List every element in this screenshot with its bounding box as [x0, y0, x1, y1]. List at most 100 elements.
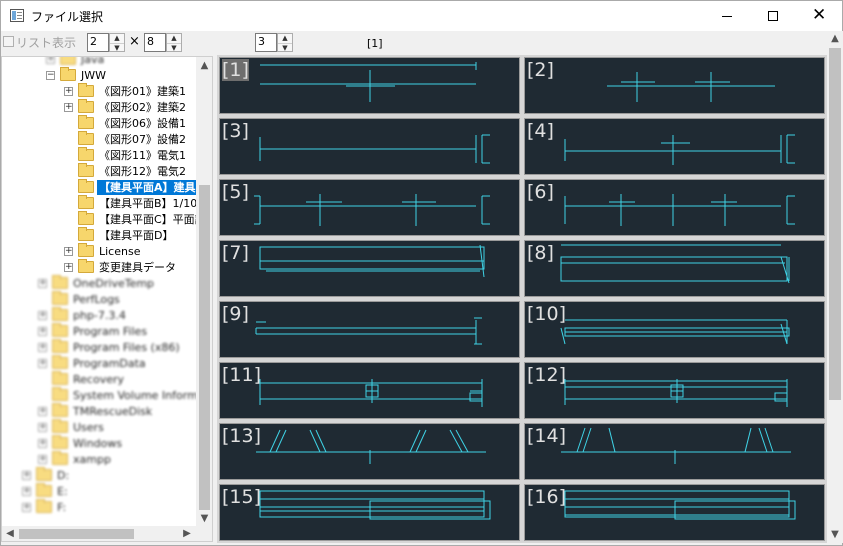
drawing-thumbnail[interactable]: [5] [219, 179, 520, 236]
expand-icon[interactable]: + [22, 471, 31, 480]
rows-input[interactable]: 8 [144, 33, 166, 52]
tree-item[interactable]: + Windows [38, 435, 196, 452]
drawing-thumbnail[interactable]: [4] [524, 118, 825, 175]
expand-icon[interactable]: + [38, 279, 47, 288]
tree-item[interactable]: + Program Files (x86) [38, 339, 196, 356]
tree-item[interactable]: Recovery [38, 371, 196, 388]
drawing-thumbnail[interactable]: [13] [219, 423, 520, 480]
expand-icon[interactable]: + [22, 487, 31, 496]
tree-item[interactable]: 【建具平面C】平面記 [64, 211, 206, 228]
expand-icon[interactable]: + [38, 343, 47, 352]
tree-item[interactable]: 《図形06》設備1 [64, 115, 196, 132]
scroll-up-icon[interactable]: ▲ [827, 31, 843, 47]
tree-item[interactable]: 【建具平面A】建具 [64, 179, 198, 196]
drawing-thumbnail[interactable]: [3] [219, 118, 520, 175]
tree-item[interactable]: System Volume Information [38, 387, 212, 404]
scroll-thumb[interactable] [19, 529, 134, 539]
maximize-button[interactable] [750, 1, 796, 31]
columns-input[interactable]: 2 [87, 33, 109, 52]
scroll-left-icon[interactable]: ◀ [2, 526, 18, 541]
tree-horizontal-scrollbar[interactable]: ◀ ▶ [2, 526, 212, 541]
minimize-button[interactable] [704, 1, 750, 31]
drawing-thumbnail[interactable]: [8] [524, 240, 825, 297]
zoom-input[interactable]: 3 [255, 33, 277, 52]
tree-item[interactable]: + xampp [38, 451, 196, 468]
drawing-thumbnail[interactable]: [11] [219, 362, 520, 419]
scroll-down-icon[interactable]: ▼ [196, 510, 212, 527]
tree-item[interactable]: + D: [22, 467, 196, 484]
tree-item[interactable]: + 変更建具データ [64, 259, 196, 276]
drawing-thumbnail[interactable]: [14] [524, 423, 825, 480]
folder-icon [78, 195, 94, 209]
expand-icon[interactable]: + [38, 455, 47, 464]
tree-item[interactable]: − JWW [46, 67, 196, 84]
tree-vertical-scrollbar[interactable]: ▲ ▼ [196, 57, 212, 527]
drawing-thumbnail[interactable]: [9] [219, 301, 520, 358]
drawing-thumbnail[interactable]: [10] [524, 301, 825, 358]
tree-item[interactable]: 【建具平面D】 [64, 227, 196, 244]
scroll-down-icon[interactable]: ▼ [827, 527, 843, 543]
tree-item[interactable]: + Java [46, 57, 196, 68]
drawing-thumbnail[interactable]: [6] [524, 179, 825, 236]
tree-item[interactable]: + ProgramData [38, 355, 196, 372]
tree-item[interactable]: + Users [38, 419, 196, 436]
tree-item-label: php-7.3.4 [73, 309, 126, 322]
zoom-spinner[interactable]: ▲ ▼ [277, 33, 293, 52]
tree-item[interactable]: 【建具平面B】1/100 [64, 195, 204, 212]
spin-up-icon[interactable]: ▲ [278, 34, 292, 42]
file-select-window: ファイル選択 ✕ リスト表示 2 ▲ ▼ × 8 ▲ ▼ 3 ▲ ▼ [1] +… [0, 0, 843, 546]
drawing-thumbnail[interactable]: [15] [219, 484, 520, 541]
tree-item-label: 【建具平面A】建具 [97, 180, 198, 195]
scroll-thumb[interactable] [199, 185, 210, 510]
expand-icon[interactable]: + [38, 439, 47, 448]
expand-icon[interactable]: + [22, 503, 31, 512]
expand-icon[interactable]: + [64, 247, 73, 256]
columns-spinner[interactable]: ▲ ▼ [109, 33, 125, 52]
tree-item[interactable]: + Program Files [38, 323, 196, 340]
grid-vertical-scrollbar[interactable]: ▲ ▼ [827, 31, 843, 543]
expand-icon[interactable]: + [64, 263, 73, 272]
tree-item[interactable]: + License [64, 243, 196, 260]
close-button[interactable]: ✕ [796, 1, 842, 31]
tree-item[interactable]: 《図形11》電気1 [64, 147, 196, 164]
spin-up-icon[interactable]: ▲ [167, 34, 181, 42]
expand-icon[interactable]: + [38, 311, 47, 320]
expand-icon[interactable]: + [38, 359, 47, 368]
drawing-thumbnail[interactable]: [16] [524, 484, 825, 541]
drawing-thumbnail[interactable]: [1] [219, 57, 520, 114]
tree-item[interactable]: 《図形07》設備2 [64, 131, 196, 148]
folder-icon [78, 259, 94, 273]
tree-item[interactable]: PerfLogs [38, 291, 196, 308]
scroll-up-icon[interactable]: ▲ [196, 57, 212, 74]
expand-icon[interactable]: + [38, 423, 47, 432]
rows-spinner[interactable]: ▲ ▼ [166, 33, 182, 52]
tree-item[interactable]: + TMRescueDisk [38, 403, 196, 420]
expand-icon[interactable]: + [46, 57, 55, 64]
expand-icon[interactable]: + [38, 327, 47, 336]
thumbnail-number: [11] [222, 364, 262, 386]
expand-icon[interactable]: + [64, 103, 73, 112]
expand-icon[interactable]: + [38, 407, 47, 416]
tree-item[interactable]: + E: [22, 483, 196, 500]
drawing-thumbnail[interactable]: [2] [524, 57, 825, 114]
collapse-icon[interactable]: − [46, 71, 55, 80]
scroll-thumb[interactable] [829, 48, 841, 400]
drawing-thumbnail[interactable]: [12] [524, 362, 825, 419]
tree-item[interactable]: + 《図形02》建築2 [64, 99, 196, 116]
spin-down-icon[interactable]: ▼ [167, 43, 181, 52]
tree-item[interactable]: 《図形12》電気2 [64, 163, 196, 180]
tree-item[interactable]: + F: [22, 499, 196, 516]
expand-icon[interactable]: + [64, 87, 73, 96]
folder-tree[interactable]: + F: + E: + D: + xampp + Windows + Users + TMRescueDi… [1, 56, 213, 542]
tree-item[interactable]: + OneDriveTemp [38, 275, 196, 292]
spin-down-icon[interactable]: ▼ [110, 43, 124, 52]
folder-icon [52, 387, 68, 401]
tree-item[interactable]: + 《図形01》建築1 [64, 83, 196, 100]
spin-down-icon[interactable]: ▼ [278, 43, 292, 52]
spin-up-icon[interactable]: ▲ [110, 34, 124, 42]
checkbox-box[interactable] [3, 36, 14, 47]
scroll-right-icon[interactable]: ▶ [179, 526, 195, 541]
drawing-thumbnail[interactable]: [7] [219, 240, 520, 297]
tree-item[interactable]: + php-7.3.4 [38, 307, 196, 324]
drawing-rect [564, 490, 790, 518]
